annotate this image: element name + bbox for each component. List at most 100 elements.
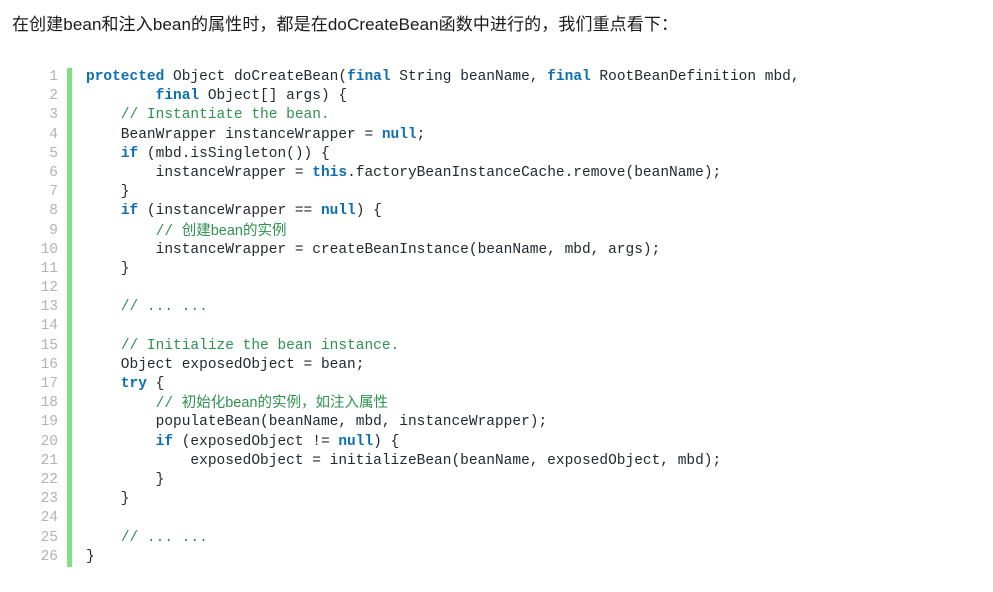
code-token: // Instantiate the bean. <box>120 107 330 124</box>
code-line: exposedObject = initializeBean(beanName,… <box>86 452 980 471</box>
code-line: // Instantiate the bean. <box>86 106 980 125</box>
line-number: 16 <box>40 356 58 373</box>
code-token: // ... ... <box>120 529 208 546</box>
code-line: Object exposedObject = bean; <box>86 356 980 375</box>
code-token: instanceWrapper = createBeanInstance(bea… <box>86 241 661 258</box>
line-number: 3 <box>49 107 58 124</box>
code-token: { <box>146 376 165 392</box>
code-token: protected <box>86 69 165 85</box>
code-token: if <box>120 145 139 162</box>
code-line: instanceWrapper = this.factoryBeanInstan… <box>86 164 980 183</box>
line-number: 7 <box>49 184 58 201</box>
code-line: // 初始化bean的实例，如注入属性 <box>86 394 980 413</box>
code-token: .factoryBeanInstanceCache.remove(beanNam… <box>347 164 722 181</box>
code-token: populateBean(beanName, mbd, instanceWrap… <box>86 414 548 431</box>
intro-paragraph: 在创建bean和注入bean的属性时，都是在doCreateBean函数中进行的… <box>12 15 679 34</box>
code-line: populateBean(beanName, mbd, instanceWrap… <box>86 413 980 432</box>
code-token: final <box>547 69 591 85</box>
code-token: (exposedObject != <box>173 433 339 450</box>
code-line: BeanWrapper instanceWrapper = null; <box>86 126 980 145</box>
code-line: try { <box>86 375 980 394</box>
code-line: // Initialize the bean instance. <box>86 337 980 356</box>
line-number: 23 <box>40 491 58 508</box>
line-number: 17 <box>40 376 58 392</box>
line-number: 20 <box>40 433 58 450</box>
code-token: } <box>86 260 130 277</box>
line-number-gutter: 1 2 3 4 5 6 7 8 9 10 11 12 13 14 15 16 17 18 19 20 21 22 23 24 2… <box>30 68 58 567</box>
code-line: protected Object doCreateBean(final Stri… <box>86 68 980 87</box>
code-token: 创建bean的实例 <box>181 222 287 239</box>
code-token: ) { <box>355 203 382 220</box>
code-token: Object exposedObject = bean; <box>86 356 365 373</box>
line-number: 25 <box>40 529 58 546</box>
code-block: 1 2 3 4 5 6 7 8 9 10 11 12 13 14 15 16 17 18 19 20 21 22 23 24 2… <box>30 68 980 567</box>
line-number: 15 <box>40 337 58 354</box>
page-root: 在创建bean和注入bean的属性时，都是在doCreateBean函数中进行的… <box>0 0 993 592</box>
line-number: 6 <box>49 164 58 181</box>
line-number: 14 <box>40 318 58 335</box>
code-token: if <box>155 433 174 450</box>
line-number: 18 <box>40 395 58 412</box>
code-token: BeanWrapper instanceWrapper = <box>86 126 382 143</box>
code-token: null <box>320 203 356 220</box>
line-number: 11 <box>40 260 58 277</box>
code-line: } <box>86 183 980 202</box>
line-number: 10 <box>40 241 58 258</box>
code-line: instanceWrapper = createBeanInstance(bea… <box>86 241 980 260</box>
code-token: exposedObject = initializeBean(beanName,… <box>86 452 722 469</box>
code-token: null <box>338 433 374 450</box>
code-token: try <box>120 376 147 392</box>
line-number: 19 <box>40 414 58 431</box>
code-token: Object[] args) { <box>199 88 348 105</box>
line-number: 8 <box>49 203 58 220</box>
code-accent-bar <box>67 68 72 567</box>
code-line: } <box>86 548 980 567</box>
code-line: // 创建bean的实例 <box>86 222 980 241</box>
code-token: final <box>155 88 200 105</box>
code-token: } <box>86 471 165 488</box>
code-token: Object doCreateBean( <box>164 69 348 85</box>
code-token: 初始化bean的实例，如注入属性 <box>181 395 388 412</box>
code-token: } <box>86 491 130 508</box>
code-line: if (mbd.isSingleton()) { <box>86 145 980 164</box>
code-line: final Object[] args) { <box>86 87 980 106</box>
code-token: instanceWrapper = <box>86 164 313 181</box>
code-line: } <box>86 471 980 490</box>
line-number: 13 <box>40 299 58 316</box>
code-line: // ... ... <box>86 298 980 317</box>
code-token: if <box>120 203 139 220</box>
line-number: 26 <box>40 548 58 565</box>
code-token: ) { <box>373 433 400 450</box>
line-number: 2 <box>49 88 58 105</box>
code-token: final <box>347 69 391 85</box>
code-token: } <box>86 184 130 201</box>
code-token: (instanceWrapper == <box>138 203 321 220</box>
line-number: 4 <box>49 126 58 143</box>
code-line: } <box>86 490 980 509</box>
code-token: String beanName, <box>390 69 548 85</box>
code-token: this <box>312 164 348 181</box>
line-number: 9 <box>49 222 58 239</box>
code-token: } <box>86 548 95 565</box>
line-number: 1 <box>49 69 58 85</box>
code-token: // Initialize the bean instance. <box>120 337 400 354</box>
line-number: 12 <box>40 280 58 297</box>
code-token: // <box>155 223 182 240</box>
code-line: if (instanceWrapper == null) { <box>86 202 980 221</box>
code-content: protected Object doCreateBean(final Stri… <box>86 68 980 567</box>
line-number: 22 <box>40 471 58 488</box>
